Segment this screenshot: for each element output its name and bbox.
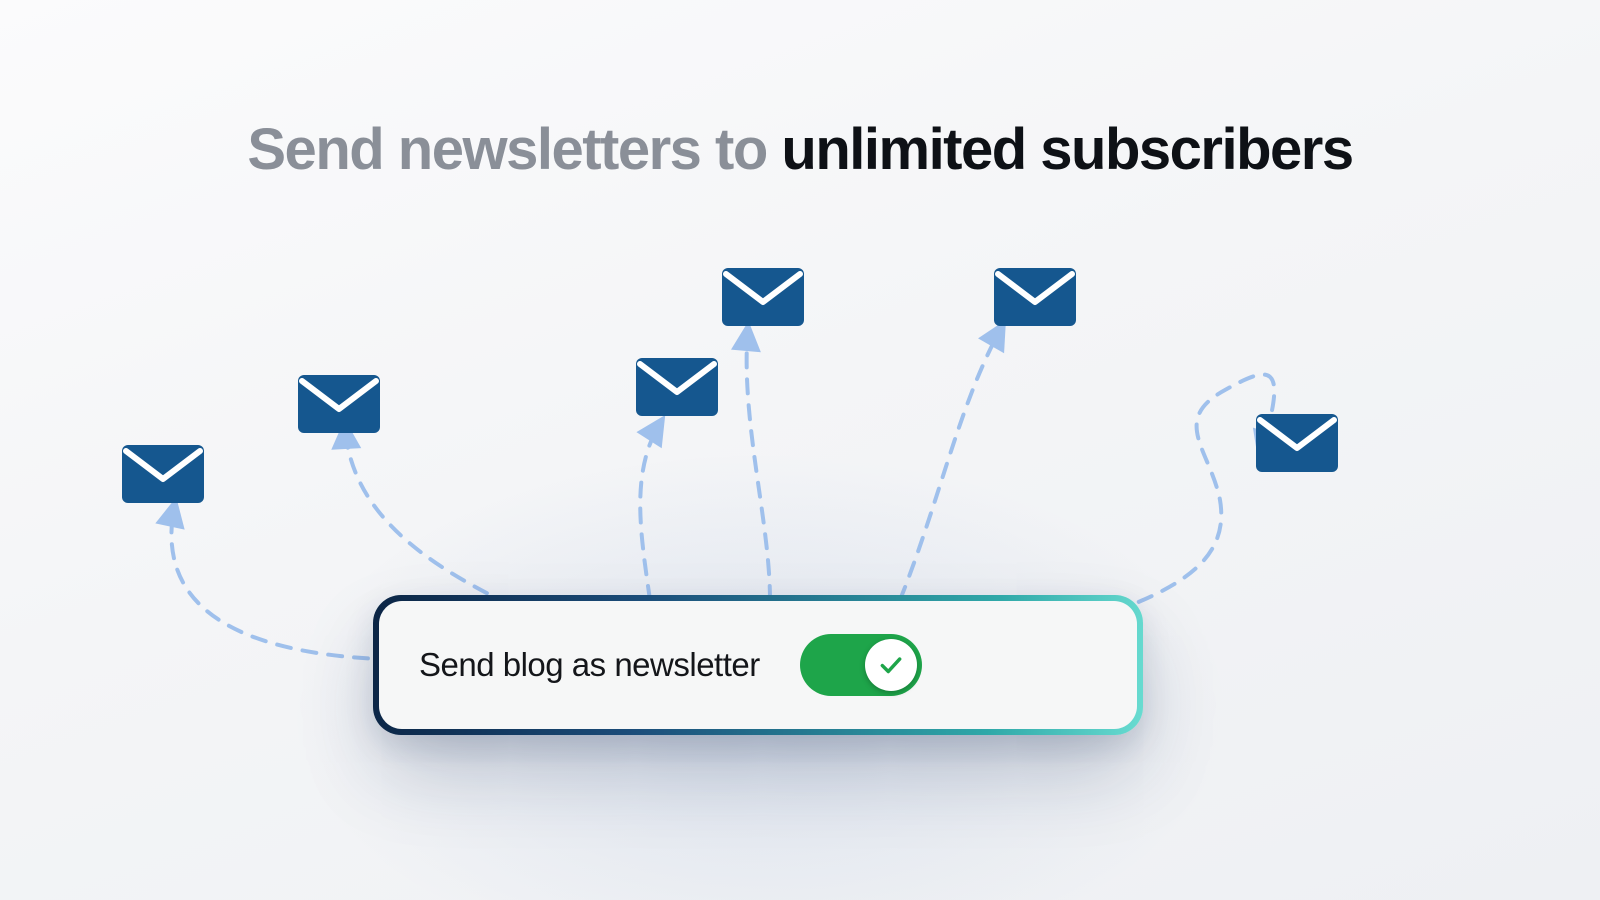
send-newsletter-toggle[interactable] [800,634,922,696]
envelope-icon [636,358,718,416]
envelope-icon [122,445,204,503]
envelope-icon [994,268,1076,326]
headline-muted: Send newsletters to [247,117,781,182]
headline-strong: unlimited subscribers [781,117,1352,182]
check-icon [878,652,904,678]
headline: Send newsletters to unlimited subscriber… [0,118,1600,182]
toggle-knob [865,639,917,691]
newsletter-toggle-card: Send blog as newsletter [373,595,1143,735]
envelope-icon [722,268,804,326]
envelope-icon [1256,414,1338,472]
toggle-label: Send blog as newsletter [419,646,760,684]
card-inner: Send blog as newsletter [379,601,1137,729]
envelope-icon [298,375,380,433]
